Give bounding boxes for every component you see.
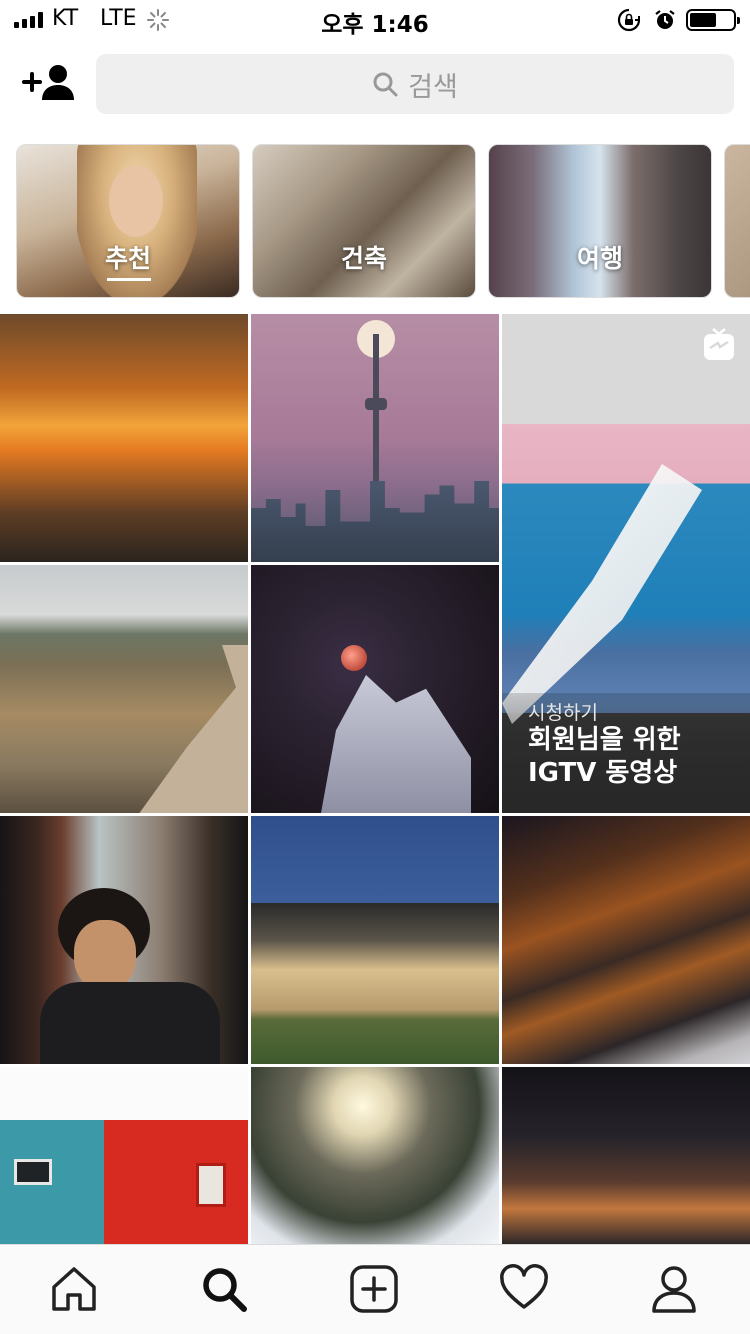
selected-underline [107,278,151,281]
igtv-video-tile[interactable]: 시청하기 회원님을 위한 IGTV 동영상 [502,314,750,813]
post-thumbnail-ice-cave-moon[interactable] [251,565,499,813]
category-label: 추천 [104,244,151,273]
igtv-icon [704,328,734,360]
home-icon [52,1267,96,1311]
igtv-watch-label: 시청하기 [528,702,598,724]
category-label: 건축 [340,244,387,273]
bottom-tab-bar [0,1244,750,1334]
post-thumbnail-city-street-night[interactable] [502,1067,750,1244]
tab-search[interactable] [198,1263,250,1315]
post-thumbnail-cn-tower[interactable] [251,314,499,562]
category-architecture[interactable]: 건축 [252,144,476,298]
post-thumbnail-garden-path[interactable] [0,565,248,813]
search-placeholder: 검색 [408,71,458,103]
category-travel[interactable]: 여행 [488,144,712,298]
post-thumbnail-colored-walls[interactable] [0,1067,248,1244]
tab-activity[interactable] [498,1263,550,1315]
search-icon [203,1268,247,1312]
post-thumbnail-city-night-aerial[interactable] [502,816,750,1064]
explore-grid: 시청하기 회원님을 위한 IGTV 동영상 [0,314,750,1244]
add-user-icon[interactable] [22,62,76,104]
tab-profile[interactable] [648,1263,700,1315]
alarm-icon [655,10,675,29]
battery-icon [686,9,740,31]
category-next[interactable] [724,144,750,298]
post-thumbnail-snowy-pine[interactable] [251,1067,499,1244]
search-icon [373,72,398,97]
heart-icon [500,1264,548,1309]
igtv-title: 회원님을 위한 IGTV 동영상 [528,725,681,788]
add-post-icon [350,1265,398,1313]
post-thumbnail-boy-portrait[interactable] [0,816,248,1064]
profile-icon [652,1266,696,1313]
post-thumbnail-sunset-icicles[interactable] [0,314,248,562]
status-bar: KT LTE 오후 1:46 [0,0,750,40]
tab-home[interactable] [48,1263,100,1315]
tab-add-post[interactable] [348,1263,400,1315]
category-recommended[interactable]: 추천 [16,144,240,298]
search-input[interactable]: 검색 [96,54,734,114]
category-label: 여행 [576,244,623,273]
rotation-lock-icon [617,8,641,32]
category-carousel[interactable]: 추천 건축 여행 [16,144,750,298]
post-thumbnail-glass-house[interactable] [251,816,499,1064]
